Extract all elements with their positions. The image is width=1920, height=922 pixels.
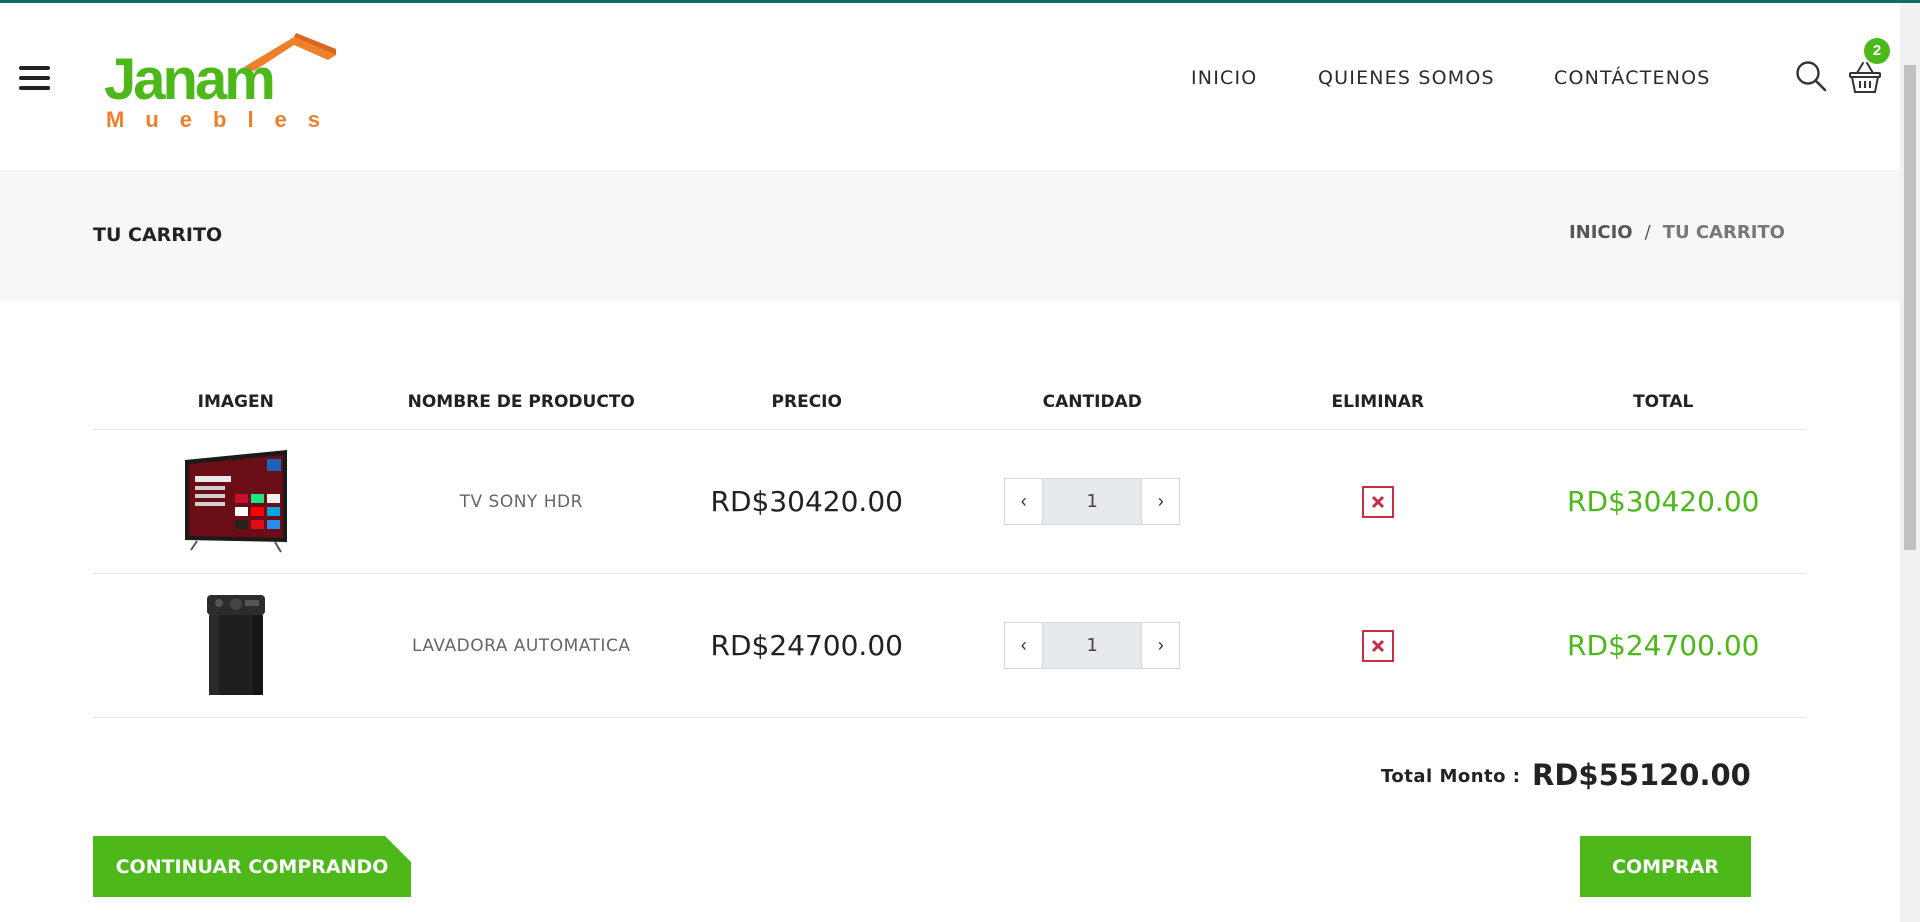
scrollbar-thumb[interactable]: [1904, 65, 1916, 550]
checkout-button[interactable]: COMPRAR: [1580, 836, 1751, 897]
quantity-stepper: ‹ 1 ›: [1004, 622, 1181, 669]
quantity-input[interactable]: 1: [1042, 623, 1143, 668]
column-header-eliminar: ELIMINAR: [1331, 392, 1425, 412]
breadcrumb-home-link[interactable]: INICIO: [1569, 222, 1633, 243]
table-header: IMAGEN NOMBRE DE PRODUCTO PRECIO CANTIDA…: [93, 372, 1806, 430]
table-row: LAVADORA AUTOMATICA RD$24700.00 ‹ 1 › RD…: [93, 574, 1806, 718]
column-header-precio: PRECIO: [771, 392, 842, 412]
search-icon[interactable]: [1794, 59, 1828, 93]
total-amount-label: Total Monto :: [1381, 766, 1521, 787]
site-logo[interactable]: Janam Muebles: [104, 33, 336, 133]
continue-shopping-button[interactable]: CONTINUAR COMPRANDO: [93, 836, 411, 897]
breadcrumb: INICIO / TU CARRITO: [1569, 222, 1785, 243]
product-image-cell: [93, 591, 379, 701]
table-row: TV SONY HDR RD$30420.00 ‹ 1 › RD$30420.0…: [93, 430, 1806, 574]
column-header-nombre: NOMBRE DE PRODUCTO: [407, 392, 635, 412]
close-icon: [1371, 495, 1384, 508]
close-icon: [1371, 639, 1384, 652]
checkout-label: COMPRAR: [1612, 855, 1719, 878]
column-header-cantidad: CANTIDAD: [1042, 392, 1142, 412]
product-name[interactable]: TV SONY HDR: [460, 492, 583, 512]
breadcrumb-current: TU CARRITO: [1662, 222, 1785, 243]
page-title: TU CARRITO: [93, 224, 223, 246]
breadcrumb-separator: /: [1644, 222, 1651, 243]
column-header-total: TOTAL: [1633, 392, 1694, 412]
quantity-decrease-button[interactable]: ‹: [1005, 623, 1043, 668]
product-name[interactable]: LAVADORA AUTOMATICA: [412, 636, 630, 656]
quantity-increase-button[interactable]: ›: [1142, 623, 1180, 668]
menu-icon[interactable]: [19, 66, 50, 94]
page-scrollbar[interactable]: [1900, 3, 1920, 922]
product-image-cell: [93, 446, 379, 558]
remove-item-button[interactable]: [1361, 629, 1394, 662]
product-price: RD$30420.00: [710, 485, 903, 518]
cart-table: IMAGEN NOMBRE DE PRODUCTO PRECIO CANTIDA…: [93, 372, 1806, 718]
logo-wordmark: Janam: [104, 47, 276, 112]
column-header-imagen: IMAGEN: [197, 392, 274, 412]
line-total: RD$24700.00: [1567, 629, 1760, 662]
button-corner-fold: [385, 836, 411, 862]
nav-inicio[interactable]: INICIO: [1191, 67, 1257, 89]
cart-count-badge: 2: [1864, 38, 1890, 64]
tv-image[interactable]: [181, 446, 291, 558]
line-total: RD$30420.00: [1567, 485, 1760, 518]
basket-icon[interactable]: [1848, 59, 1882, 95]
quantity-decrease-button[interactable]: ‹: [1005, 479, 1043, 524]
total-amount-value: RD$55120.00: [1532, 758, 1751, 792]
product-price: RD$24700.00: [710, 629, 903, 662]
quantity-stepper: ‹ 1 ›: [1004, 478, 1181, 525]
washer-image[interactable]: [201, 591, 271, 701]
quantity-input[interactable]: 1: [1042, 479, 1143, 524]
continue-shopping-label: CONTINUAR COMPRANDO: [115, 855, 389, 878]
remove-item-button[interactable]: [1361, 485, 1394, 518]
nav-contactenos[interactable]: CONTÁCTENOS: [1554, 67, 1711, 89]
quantity-increase-button[interactable]: ›: [1142, 479, 1180, 524]
site-header: Janam Muebles INICIO QUIENES SOMOS CONTÁ…: [0, 3, 1900, 170]
logo-tagline: Muebles: [106, 107, 342, 132]
nav-quienes-somos[interactable]: QUIENES SOMOS: [1318, 67, 1495, 89]
page-title-band: TU CARRITO INICIO / TU CARRITO: [0, 170, 1900, 301]
